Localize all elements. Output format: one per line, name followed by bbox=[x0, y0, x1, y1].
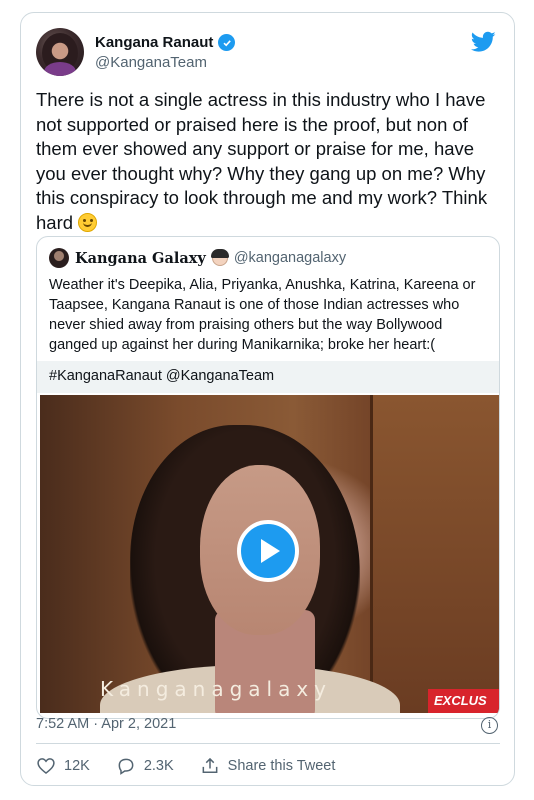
author-handle[interactable]: @KanganaTeam bbox=[95, 54, 207, 71]
quoted-name: Kangana Galaxy bbox=[75, 249, 206, 267]
video-watermark: Kanganagalaxy bbox=[100, 677, 333, 701]
tweet-text-body: There is not a single actress in this in… bbox=[36, 89, 488, 233]
video-player[interactable]: Kanganagalaxy EXCLUS bbox=[40, 395, 499, 713]
tweet-card: Kangana Ranaut @KanganaTeam There is not… bbox=[20, 12, 515, 786]
reply-button[interactable]: 2.3K bbox=[116, 756, 174, 776]
tweet-actions: 12K 2.3K Share this Tweet bbox=[36, 756, 361, 776]
author-name[interactable]: Kangana Ranaut bbox=[95, 34, 213, 51]
woman-emoji-icon bbox=[210, 249, 229, 266]
share-icon bbox=[202, 757, 218, 773]
like-count: 12K bbox=[64, 758, 90, 774]
author-name-row[interactable]: Kangana Ranaut bbox=[95, 34, 236, 51]
verified-badge-icon bbox=[218, 34, 236, 51]
tweet-text: There is not a single actress in this in… bbox=[36, 88, 506, 235]
play-icon[interactable] bbox=[237, 520, 299, 582]
reply-icon bbox=[118, 758, 134, 775]
info-icon[interactable]: i bbox=[481, 717, 498, 734]
smiley-icon bbox=[78, 212, 98, 232]
reply-count: 2.3K bbox=[143, 758, 174, 774]
divider bbox=[36, 743, 500, 744]
tweet-timestamp[interactable]: 7:52 AM · Apr 2, 2021 bbox=[36, 716, 176, 732]
quoted-handle: @kanganagalaxy bbox=[233, 250, 347, 266]
quoted-text: Weather it's Deepika, Alia, Priyanka, An… bbox=[49, 277, 476, 353]
like-button[interactable]: 12K bbox=[36, 756, 90, 776]
quoted-avatar bbox=[49, 248, 69, 268]
quoted-header: Kangana Galaxy @kanganagalaxy bbox=[49, 248, 346, 268]
share-button[interactable]: Share this Tweet bbox=[200, 756, 336, 776]
heart-icon bbox=[37, 758, 55, 775]
quoted-tweet[interactable]: Kangana Galaxy @kanganagalaxy Weather it… bbox=[36, 236, 500, 719]
share-label: Share this Tweet bbox=[227, 758, 336, 774]
quoted-tags: #KanganaRanaut @KanganaTeam bbox=[37, 361, 499, 393]
author-avatar[interactable] bbox=[36, 28, 84, 76]
twitter-bird-icon[interactable] bbox=[471, 31, 496, 53]
video-badge: EXCLUS bbox=[428, 689, 499, 713]
